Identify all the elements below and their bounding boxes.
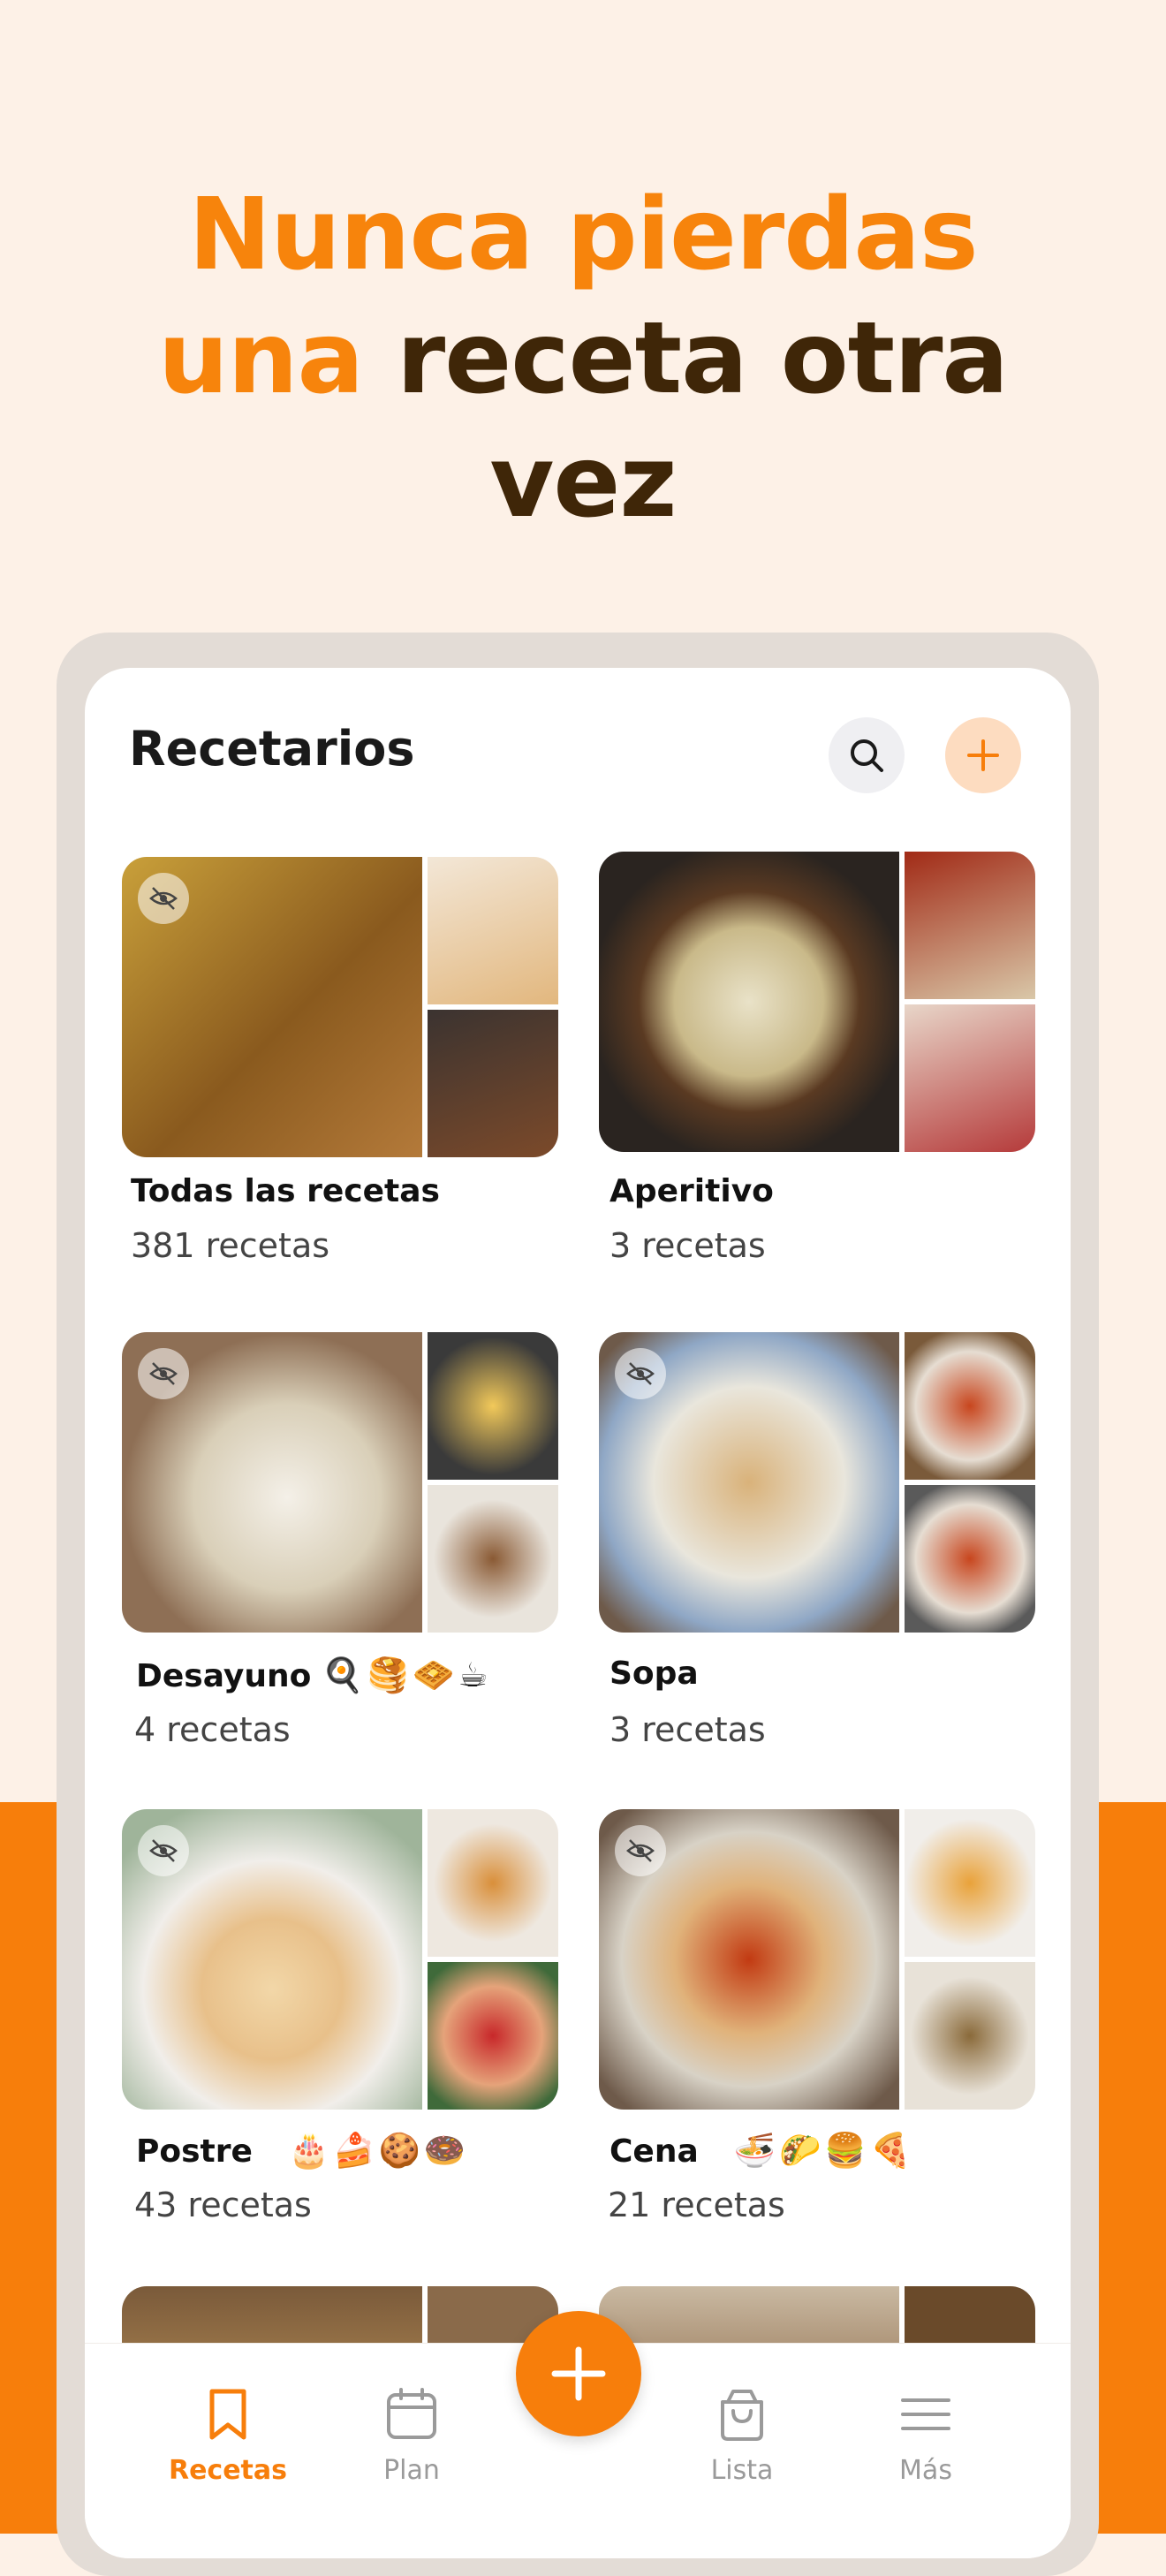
cookbook-card-sopa[interactable] (599, 1332, 1035, 1633)
cookbook-name: Aperitivo (610, 1173, 774, 1209)
cookbook-name: Cena 🍜🌮🍔🍕 (610, 2131, 915, 2171)
recipe-photo (428, 857, 558, 1004)
plus-icon (551, 2346, 606, 2401)
tab-recetas[interactable]: Recetas (140, 2386, 316, 2486)
tab-mas[interactable]: Más (837, 2386, 1014, 2486)
add-recipe-fab[interactable] (516, 2311, 641, 2436)
page-title: Recetarios (129, 721, 415, 777)
cookbook-count: 3 recetas (610, 1710, 766, 1749)
hidden-eye-icon[interactable] (138, 873, 189, 924)
calendar-icon (387, 2388, 436, 2439)
recipe-photo (905, 1962, 1035, 2110)
headline-line3: vez (489, 425, 677, 540)
cookbook-emoji: 🎂🍰🍪🍩 (287, 2131, 470, 2170)
search-button[interactable] (829, 717, 905, 793)
headline-line2-brown: receta otra (397, 301, 1009, 416)
cookbook-card-postre[interactable] (122, 1809, 558, 2110)
cookbook-name: Sopa (610, 1655, 699, 1692)
recipe-photo (428, 1809, 558, 1957)
add-cookbook-button[interactable] (945, 717, 1021, 793)
hidden-eye-icon[interactable] (138, 1825, 189, 1876)
recipe-photo (428, 1962, 558, 2110)
cookbook-card-desayuno[interactable] (122, 1332, 558, 1633)
tab-lista[interactable]: Lista (654, 2386, 830, 2486)
recipe-photo (599, 852, 899, 1152)
cookbook-card-aperitivo[interactable] (599, 852, 1035, 1152)
headline: Nunca pierdas una receta otra vez (0, 173, 1166, 544)
hidden-eye-icon[interactable] (615, 1825, 666, 1876)
cookbook-count: 3 recetas (610, 1226, 766, 1265)
recipe-photo (428, 1332, 558, 1480)
recipe-photo (905, 1809, 1035, 1957)
cookbook-name: Todas las recetas (131, 1173, 440, 1209)
shopping-bag-icon (721, 2390, 763, 2441)
cookbook-count: 43 recetas (134, 2186, 312, 2224)
cookbook-count: 4 recetas (134, 1710, 291, 1749)
hidden-eye-icon[interactable] (138, 1348, 189, 1399)
cookbook-count: 381 recetas (131, 1226, 330, 1265)
cookbook-card-cena[interactable] (599, 1809, 1035, 2110)
recipe-photo (905, 852, 1035, 999)
hidden-eye-icon[interactable] (615, 1348, 666, 1399)
cookbook-name-text: Desayuno (136, 1658, 312, 1694)
recipe-photo (905, 1485, 1035, 1633)
tab-label: Más (899, 2455, 952, 2486)
search-icon (851, 739, 883, 772)
app-screen: Recetarios Todas las recetas 381 recetas… (85, 668, 1071, 2558)
menu-icon (901, 2398, 950, 2430)
cookbook-emoji: 🍳🥞🧇☕ (322, 1655, 492, 1694)
cookbook-count: 21 recetas (608, 2186, 785, 2224)
headline-line1: Nunca pierdas (188, 178, 978, 292)
tab-label: Plan (383, 2455, 440, 2486)
tab-label: Lista (710, 2455, 774, 2486)
cookbook-name: Desayuno 🍳🥞🧇☕ (136, 1655, 491, 1695)
cookbook-name-text: Postre (136, 2133, 253, 2170)
cookbook-name-text: Cena (610, 2133, 699, 2170)
headline-line2-orange: una (158, 301, 364, 416)
cookbook-emoji: 🍜🌮🍔🍕 (733, 2131, 916, 2170)
recipe-photo (428, 1485, 558, 1633)
plus-icon (967, 739, 999, 771)
cookbook-name: Postre 🎂🍰🍪🍩 (136, 2131, 469, 2171)
cookbook-card-all[interactable] (122, 857, 558, 1157)
recipe-photo (428, 1010, 558, 1157)
tab-plan[interactable]: Plan (323, 2386, 500, 2486)
recipe-photo (905, 1332, 1035, 1480)
tab-label: Recetas (168, 2455, 288, 2486)
bookmark-icon (209, 2389, 246, 2440)
recipe-photo (905, 1004, 1035, 1152)
